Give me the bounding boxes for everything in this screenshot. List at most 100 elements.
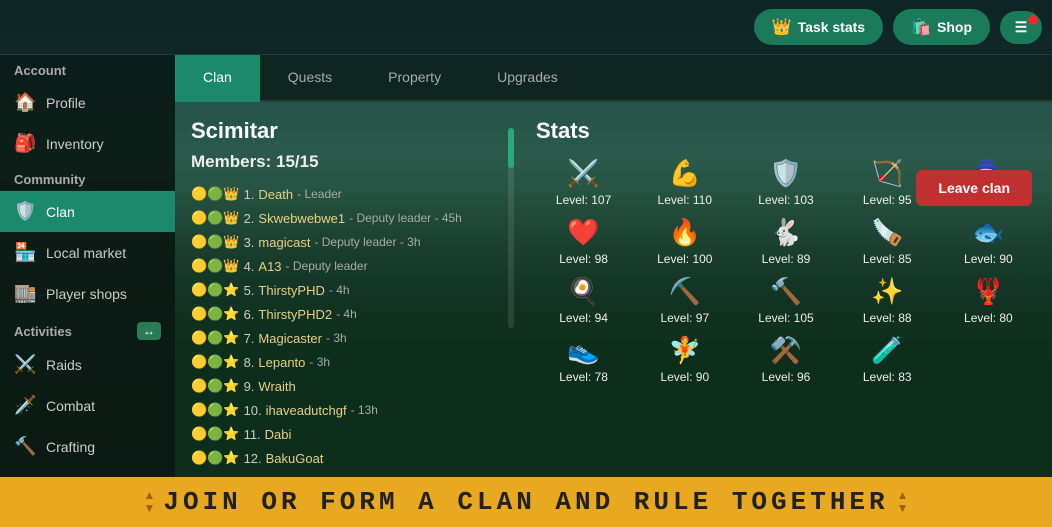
member-icons: 🟡🟢👑 (191, 210, 240, 226)
stat-skill-icon: ❤️ (567, 217, 599, 248)
sidebar-item-player-shops[interactable]: 🏬 Player shops (0, 273, 175, 314)
member-number: 8. (244, 355, 255, 370)
stat-cell: 🪚 Level: 85 (840, 217, 935, 266)
combat-label: Combat (46, 398, 95, 414)
sidebar-item-crafting[interactable]: 🔨 Crafting (0, 426, 175, 467)
task-stats-label: Task stats (798, 19, 865, 35)
stat-level: Level: 103 (758, 193, 813, 207)
list-item: 🟡🟢👑 3. magicast - Deputy leader - 3h (191, 230, 486, 254)
stat-skill-icon: ⚔️ (567, 158, 599, 189)
notification-dot (1028, 15, 1038, 25)
task-stats-button[interactable]: 👑 Task stats (754, 9, 883, 45)
member-name: ThirstyPHD2 (258, 307, 332, 322)
stat-cell: 🧚 Level: 90 (637, 335, 732, 384)
stat-level: Level: 100 (657, 252, 712, 266)
stat-skill-icon: 🐟 (972, 217, 1004, 248)
crafting-label: Crafting (46, 439, 95, 455)
sidebar: Account 🏠 Profile 🎒 Inventory Community … (0, 55, 175, 477)
activities-header: Activities (14, 324, 72, 339)
crown-icon: 👑 (772, 17, 792, 37)
member-name: Lepanto (258, 355, 305, 370)
stat-cell: ❤️ Level: 98 (536, 217, 631, 266)
sidebar-item-raids[interactable]: ⚔️ Raids (0, 344, 175, 385)
leave-clan-button[interactable]: Leave clan (916, 170, 1032, 206)
stat-skill-icon: ⛏️ (669, 276, 701, 307)
member-name: Skwebwebwe1 (258, 211, 345, 226)
member-icons: 🟡🟢⭐ (191, 306, 240, 322)
raids-icon: ⚔️ (14, 354, 36, 375)
sidebar-item-plundering[interactable]: 🏴‍☠️ Plundering (0, 467, 175, 477)
main-layout: Account 🏠 Profile 🎒 Inventory Community … (0, 55, 1052, 477)
tab-upgrades[interactable]: Upgrades (469, 55, 586, 102)
sidebar-item-inventory[interactable]: 🎒 Inventory (0, 123, 175, 164)
member-role: - Deputy leader (286, 259, 368, 273)
menu-button[interactable]: ☰ (1000, 11, 1042, 44)
member-name: A13 (258, 259, 281, 274)
list-item: 🟡🟢👑 2. Skwebwebwe1 - Deputy leader - 45h (191, 206, 486, 230)
right-arrows: ▲ ▼ (897, 489, 909, 515)
stat-skill-icon: 🦞 (972, 276, 1004, 307)
members-list[interactable]: 🟡🟢👑 1. Death - Leader 🟡🟢👑 2. Skwebwebwe1… (191, 182, 486, 477)
member-name: Magicaster (258, 331, 322, 346)
inventory-label: Inventory (46, 136, 104, 152)
member-role: - 3h (309, 355, 330, 369)
inner-content: Scimitar Members: 15/15 🟡🟢👑 1. Death - L… (175, 102, 1052, 477)
stat-cell: 🦞 Level: 80 (941, 276, 1036, 325)
clan-panel: Scimitar Members: 15/15 🟡🟢👑 1. Death - L… (191, 118, 486, 461)
stat-skill-icon: 🏹 (871, 158, 903, 189)
left-arrows: ▲ ▼ (143, 489, 155, 515)
stat-skill-icon: ✨ (871, 276, 903, 307)
shop-icon: 🛍️ (911, 17, 931, 37)
stat-skill-icon: 👟 (567, 335, 599, 366)
stat-cell: 👟 Level: 78 (536, 335, 631, 384)
stat-level: Level: 95 (863, 193, 912, 207)
stat-level: Level: 85 (863, 252, 912, 266)
member-name: Dabi (265, 427, 292, 442)
stat-cell: ⛏️ Level: 97 (637, 276, 732, 325)
stat-cell: 🛡️ Level: 103 (738, 158, 833, 207)
sidebar-item-profile[interactable]: 🏠 Profile (0, 82, 175, 123)
tab-clan[interactable]: Clan (175, 55, 260, 102)
topbar: 👑 Task stats 🛍️ Shop ☰ (0, 0, 1052, 55)
sidebar-item-clan[interactable]: 🛡️ Clan (0, 191, 175, 232)
activities-toggle-button[interactable]: ↔ (137, 322, 161, 340)
stat-skill-icon: 🍳 (567, 276, 599, 307)
bottom-banner: ▲ ▼ JOIN OR FORM A CLAN AND RULE TOGETHE… (0, 477, 1052, 527)
member-number: 2. (244, 211, 255, 226)
member-role: - 4h (336, 307, 357, 321)
member-role: - Deputy leader - 45h (349, 211, 462, 225)
stats-title: Stats (536, 118, 1036, 144)
banner-text: JOIN OR FORM A CLAN AND RULE TOGETHER (163, 487, 888, 517)
stat-level: Level: 96 (762, 370, 811, 384)
member-role: - 13h (351, 403, 378, 417)
stat-level: Level: 94 (559, 311, 608, 325)
list-item: 🟡🟢⭐ 6. ThirstyPHD2 - 4h (191, 302, 486, 326)
community-header: Community (0, 164, 175, 191)
stat-level: Level: 98 (559, 252, 608, 266)
member-number: 10. (244, 403, 262, 418)
member-name: Death (258, 187, 293, 202)
stat-skill-icon: 🔥 (669, 217, 701, 248)
member-icons: 🟡🟢⭐ (191, 378, 240, 394)
crafting-icon: 🔨 (14, 436, 36, 457)
profile-icon: 🏠 (14, 92, 36, 113)
sidebar-item-combat[interactable]: 🗡️ Combat (0, 385, 175, 426)
stat-level: Level: 105 (758, 311, 813, 325)
stat-skill-icon: 🐇 (770, 217, 802, 248)
market-icon: 🏪 (14, 242, 36, 263)
shop-button[interactable]: 🛍️ Shop (893, 9, 990, 45)
clan-label: Clan (46, 204, 75, 220)
scroll-indicator (508, 128, 514, 328)
member-role: - 3h (326, 331, 347, 345)
tab-quests[interactable]: Quests (260, 55, 360, 102)
local-market-label: Local market (46, 245, 126, 261)
stat-cell: 🔥 Level: 100 (637, 217, 732, 266)
stat-skill-icon: 🧚 (669, 335, 701, 366)
stat-level: Level: 107 (556, 193, 611, 207)
member-number: 4. (244, 259, 255, 274)
stat-level: Level: 83 (863, 370, 912, 384)
sidebar-item-local-market[interactable]: 🏪 Local market (0, 232, 175, 273)
stat-skill-icon: ⚒️ (770, 335, 802, 366)
tab-property[interactable]: Property (360, 55, 469, 102)
list-item: 🟡🟢⭐ 5. ThirstyPHD - 4h (191, 278, 486, 302)
